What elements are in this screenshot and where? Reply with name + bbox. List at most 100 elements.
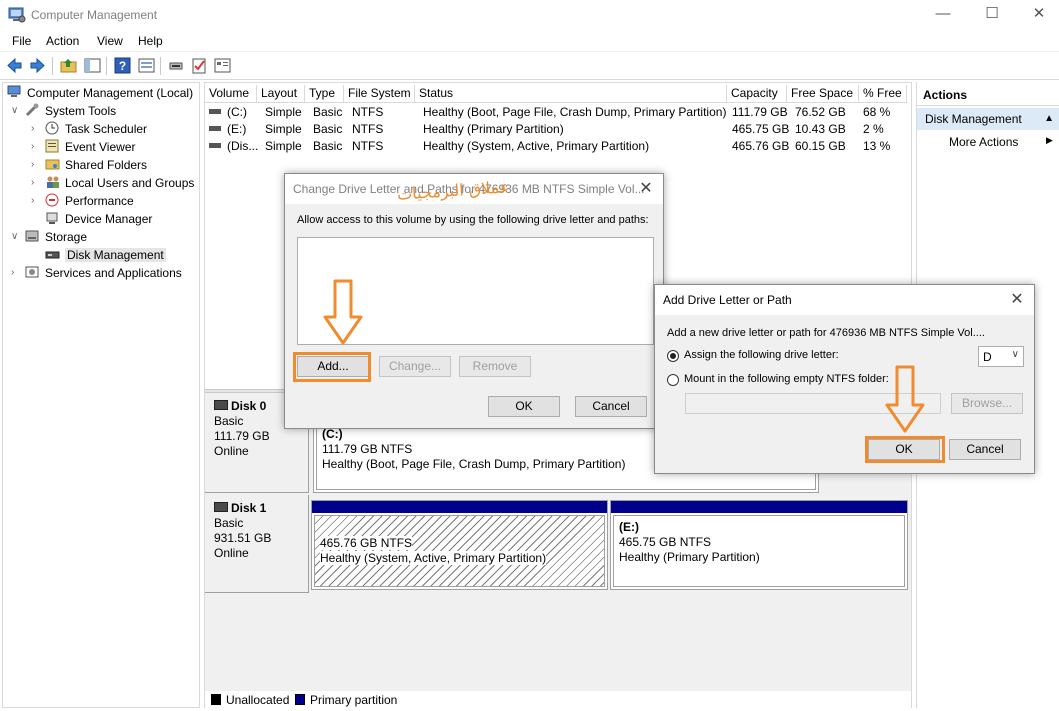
maximize-button[interactable]: ☐: [969, 0, 1015, 30]
column-header-type[interactable]: Type: [305, 85, 344, 103]
navigation-tree: Computer Management (Local) ∨ System Too…: [2, 82, 200, 708]
drive-letter-select[interactable]: D ∨: [978, 346, 1024, 367]
cancel-button[interactable]: Cancel: [575, 396, 647, 417]
performance-icon: [45, 193, 59, 207]
dialog-title: Add Drive Letter or Path: [663, 293, 792, 307]
table-cell: Healthy (Primary Partition): [423, 122, 564, 136]
assign-letter-radio[interactable]: [667, 350, 679, 362]
table-cell: 76.52 GB: [795, 105, 846, 119]
table-row[interactable]: (C:): [209, 104, 247, 121]
partition-system[interactable]: 465.76 GB NTFS Healthy (System, Active, …: [311, 500, 608, 590]
title-bar: Computer Management — ☐ ✕: [0, 0, 1059, 30]
column-header-percent-free[interactable]: % Free: [859, 85, 907, 103]
column-header-layout[interactable]: Layout: [257, 85, 305, 103]
tree-task-scheduler[interactable]: Task Scheduler: [45, 120, 147, 138]
chevron-right-icon[interactable]: ›: [11, 264, 21, 282]
chevron-down-icon[interactable]: ∨: [11, 102, 21, 120]
disk-size: 931.51 GB: [214, 531, 272, 545]
checklist-icon[interactable]: [191, 57, 208, 74]
close-icon[interactable]: ✕: [629, 174, 663, 204]
menu-file[interactable]: File: [12, 34, 31, 48]
tree-services-apps[interactable]: Services and Applications: [25, 264, 182, 282]
column-header-filesystem[interactable]: File System: [344, 85, 415, 103]
tree-shared-folders[interactable]: Shared Folders: [45, 156, 147, 174]
view-details-icon[interactable]: [214, 57, 231, 74]
partition-e[interactable]: (E:) 465.75 GB NTFS Healthy (Primary Par…: [610, 500, 908, 590]
table-cell: Healthy (Boot, Page File, Crash Dump, Pr…: [423, 105, 727, 119]
computer-icon: [7, 85, 21, 97]
table-cell: NTFS: [352, 105, 384, 119]
remove-button[interactable]: Remove: [459, 356, 531, 377]
minimize-button[interactable]: —: [920, 0, 966, 30]
show-hide-tree-icon[interactable]: [84, 57, 101, 74]
help-icon[interactable]: ?: [114, 57, 131, 74]
menu-view[interactable]: View: [97, 34, 123, 48]
mount-folder-radio[interactable]: [667, 374, 679, 386]
tree-disk-management[interactable]: Disk Management: [45, 246, 166, 264]
up-folder-icon[interactable]: [60, 57, 77, 74]
storage-icon: [25, 230, 39, 242]
partition-health: Healthy (System, Active, Primary Partiti…: [320, 551, 547, 565]
chevron-right-icon[interactable]: ›: [31, 174, 41, 192]
chevron-right-icon[interactable]: ›: [31, 192, 41, 210]
partition-bar: [312, 501, 607, 513]
table-cell: NTFS: [352, 122, 384, 136]
disk-1-info[interactable]: Disk 1 Basic 931.51 GB Online: [205, 495, 309, 593]
menu-help[interactable]: Help: [138, 34, 163, 48]
change-button[interactable]: Change...: [379, 356, 451, 377]
column-header-status[interactable]: Status: [415, 85, 727, 103]
ok-button[interactable]: OK: [488, 396, 560, 417]
tree-device-manager[interactable]: Device Manager: [45, 210, 152, 228]
dialog-title-bar: Add Drive Letter or Path: [655, 285, 1034, 315]
table-cell: NTFS: [352, 139, 384, 153]
tree-storage[interactable]: Storage: [25, 228, 87, 246]
partition-bar: [611, 501, 907, 513]
tree-root[interactable]: Computer Management (Local): [7, 84, 193, 102]
back-arrow-icon[interactable]: [6, 57, 23, 74]
chevron-right-icon[interactable]: ›: [31, 120, 41, 138]
collapse-up-icon[interactable]: ▲: [1044, 108, 1054, 130]
volume-icon: [209, 143, 221, 148]
table-cell: 465.76 GB: [732, 139, 790, 153]
table-cell: Simple: [265, 139, 302, 153]
close-icon[interactable]: ✕: [1000, 285, 1034, 315]
services-icon: [25, 266, 39, 278]
tree-performance[interactable]: Performance: [45, 192, 134, 210]
mount-folder-label: Mount in the following empty NTFS folder…: [684, 373, 889, 385]
close-button[interactable]: ✕: [1016, 0, 1059, 30]
properties-icon[interactable]: [138, 57, 155, 74]
column-header-volume[interactable]: Volume: [205, 85, 257, 103]
tree-event-viewer[interactable]: Event Viewer: [45, 138, 135, 156]
table-cell: Basic: [313, 122, 343, 136]
actions-header: Actions: [917, 84, 1059, 106]
actions-disk-management[interactable]: Disk Management ▲: [917, 108, 1059, 130]
connect-icon[interactable]: [168, 57, 185, 74]
disk-type: Basic: [214, 516, 244, 530]
cancel-button[interactable]: Cancel: [949, 439, 1021, 460]
chevron-right-icon[interactable]: ›: [31, 138, 41, 156]
forward-arrow-icon[interactable]: [29, 57, 46, 74]
legend: Unallocated Primary partition: [205, 691, 911, 709]
chevron-down-icon[interactable]: ∨: [11, 228, 21, 246]
dialog-prompt: Allow access to this volume by using the…: [297, 214, 649, 226]
column-header-free-space[interactable]: Free Space: [787, 85, 859, 103]
shared-folder-icon: [45, 159, 60, 170]
table-row[interactable]: (E:): [209, 121, 246, 138]
svg-text:?: ?: [119, 59, 126, 73]
assign-letter-label: Assign the following drive letter:: [684, 349, 839, 361]
more-actions[interactable]: More Actions: [949, 134, 1018, 150]
toolbar: ?: [0, 52, 1059, 80]
chevron-right-icon[interactable]: ›: [31, 156, 41, 174]
tree-local-users[interactable]: Local Users and Groups: [45, 174, 194, 192]
column-header-capacity[interactable]: Capacity: [727, 85, 787, 103]
maximize-icon: ☐: [985, 5, 999, 22]
table-cell: 68 %: [863, 105, 891, 119]
table-row[interactable]: (Dis...: [209, 138, 258, 155]
menu-action[interactable]: Action: [46, 34, 79, 48]
menu-bar: File Action View Help: [0, 30, 1059, 52]
browse-button[interactable]: Browse...: [951, 393, 1023, 414]
down-arrow-icon: [323, 279, 363, 345]
table-cell: Healthy (System, Active, Primary Partiti…: [423, 139, 650, 153]
primary-swatch: [295, 694, 305, 705]
tree-system-tools[interactable]: System Tools: [25, 102, 116, 120]
